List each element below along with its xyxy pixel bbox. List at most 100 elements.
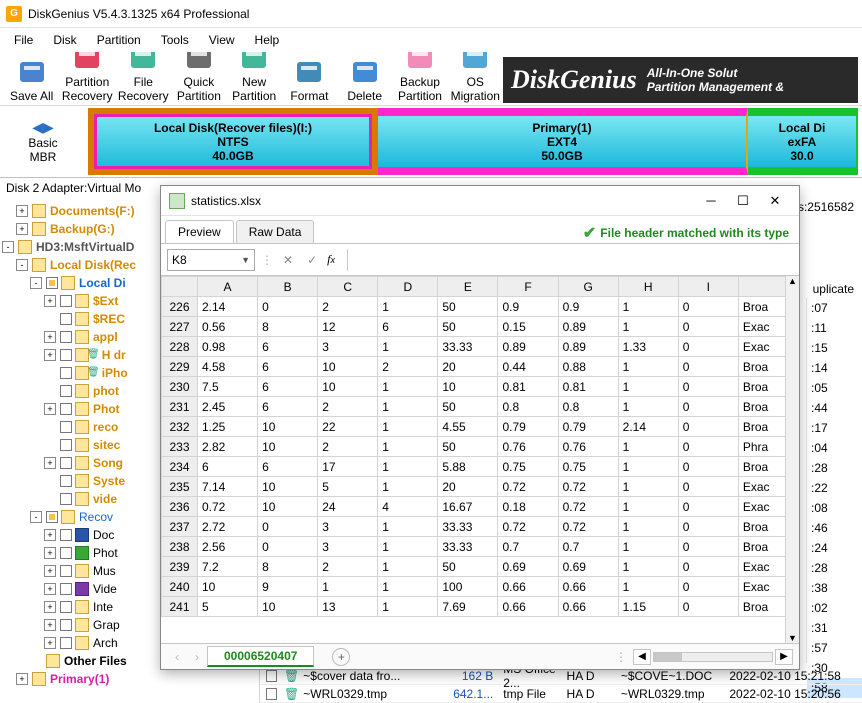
- cell[interactable]: 6: [258, 457, 318, 477]
- collapse-icon[interactable]: -: [30, 511, 42, 523]
- expand-icon[interactable]: +: [44, 583, 56, 595]
- checkbox[interactable]: [60, 349, 72, 361]
- menu-disk[interactable]: Disk: [43, 33, 86, 47]
- cell[interactable]: 1: [618, 537, 678, 557]
- row-header[interactable]: 227: [162, 317, 198, 337]
- row-header[interactable]: 233: [162, 437, 198, 457]
- cell[interactable]: 0.89: [498, 337, 558, 357]
- cell[interactable]: 5: [318, 477, 378, 497]
- cell[interactable]: 6: [258, 377, 318, 397]
- cell[interactable]: 0.72: [558, 497, 618, 517]
- column-header[interactable]: D: [378, 277, 438, 297]
- expand-icon[interactable]: +: [44, 619, 56, 631]
- cell[interactable]: 8: [258, 317, 318, 337]
- checkbox[interactable]: [60, 367, 72, 379]
- cell[interactable]: 6: [258, 397, 318, 417]
- cell[interactable]: 0: [258, 537, 318, 557]
- spreadsheet-grid[interactable]: ABCDEFGHI2262.14021500.90.910Broa2270.56…: [161, 276, 799, 643]
- expand-icon[interactable]: +: [44, 403, 56, 415]
- column-header[interactable]: [162, 277, 198, 297]
- cell[interactable]: 1.25: [198, 417, 258, 437]
- cell[interactable]: 0.89: [558, 337, 618, 357]
- cell[interactable]: 0: [678, 537, 738, 557]
- cell[interactable]: 0: [678, 377, 738, 397]
- cell[interactable]: 0: [678, 437, 738, 457]
- cell[interactable]: 0.79: [558, 417, 618, 437]
- cell[interactable]: 24: [318, 497, 378, 517]
- checkbox[interactable]: [60, 619, 72, 631]
- cell[interactable]: 2: [318, 557, 378, 577]
- column-header[interactable]: I: [678, 277, 738, 297]
- cell[interactable]: 100: [438, 577, 498, 597]
- cell[interactable]: 0.76: [498, 437, 558, 457]
- hscroll-left-button[interactable]: ◀: [633, 649, 651, 665]
- collapse-icon[interactable]: -: [2, 241, 14, 253]
- cell[interactable]: 0.81: [498, 377, 558, 397]
- menu-file[interactable]: File: [4, 33, 43, 47]
- cell[interactable]: 33.33: [438, 537, 498, 557]
- fx-icon[interactable]: fx: [327, 252, 335, 267]
- chevron-down-icon[interactable]: ▼: [241, 255, 250, 265]
- cell[interactable]: 1: [618, 437, 678, 457]
- column-header[interactable]: B: [258, 277, 318, 297]
- cell[interactable]: 33.33: [438, 337, 498, 357]
- checkbox[interactable]: [60, 565, 72, 577]
- cell[interactable]: 10: [318, 357, 378, 377]
- cell[interactable]: 0.18: [498, 497, 558, 517]
- cell[interactable]: 4.55: [438, 417, 498, 437]
- cell[interactable]: 1: [378, 297, 438, 317]
- expand-icon[interactable]: +: [16, 205, 28, 217]
- close-button[interactable]: ✕: [759, 190, 791, 212]
- toolbar-format[interactable]: Format: [285, 55, 334, 103]
- cell[interactable]: 0: [678, 517, 738, 537]
- partition-block-2[interactable]: Local Di exFA 30.0: [748, 108, 858, 175]
- cell[interactable]: 0.56: [198, 317, 258, 337]
- row-header[interactable]: 229: [162, 357, 198, 377]
- checkbox[interactable]: [60, 529, 72, 541]
- checkbox[interactable]: [60, 547, 72, 559]
- expand-icon[interactable]: +: [44, 565, 56, 577]
- add-sheet-button[interactable]: +: [332, 648, 350, 666]
- cell[interactable]: 2.14: [198, 297, 258, 317]
- cell[interactable]: 1: [318, 577, 378, 597]
- collapse-icon[interactable]: -: [16, 259, 28, 271]
- formula-input[interactable]: [347, 249, 793, 271]
- cell[interactable]: 10: [198, 577, 258, 597]
- cell[interactable]: 10: [438, 377, 498, 397]
- cell[interactable]: 0.66: [498, 597, 558, 617]
- toolbar-save-all[interactable]: Save All: [7, 55, 56, 103]
- cell[interactable]: 22: [318, 417, 378, 437]
- cell[interactable]: 1: [378, 457, 438, 477]
- cell[interactable]: 1: [618, 297, 678, 317]
- cell[interactable]: 8: [258, 557, 318, 577]
- cell[interactable]: 1: [378, 577, 438, 597]
- cell[interactable]: 17: [318, 457, 378, 477]
- cell[interactable]: 0.72: [558, 477, 618, 497]
- toolbar-quick-part[interactable]: Quick Partition: [174, 52, 223, 103]
- cell[interactable]: 0.8: [498, 397, 558, 417]
- cell[interactable]: 0.79: [498, 417, 558, 437]
- cell[interactable]: 3: [318, 517, 378, 537]
- row-header[interactable]: 238: [162, 537, 198, 557]
- checkbox[interactable]: [60, 583, 72, 595]
- cell[interactable]: 3: [318, 337, 378, 357]
- scroll-up-icon[interactable]: ▲: [788, 276, 797, 286]
- tab-preview[interactable]: Preview: [165, 220, 234, 243]
- cell[interactable]: 6: [378, 317, 438, 337]
- cell[interactable]: 7.2: [198, 557, 258, 577]
- cell[interactable]: 1: [618, 457, 678, 477]
- cell[interactable]: 0.72: [498, 517, 558, 537]
- cell[interactable]: 2: [318, 397, 378, 417]
- cell[interactable]: 0: [678, 597, 738, 617]
- cell[interactable]: 0: [678, 397, 738, 417]
- file-row[interactable]: 🗑 ~WRL0329.tmp 642.1... tmp File HA D ~W…: [260, 685, 862, 703]
- cell[interactable]: 1: [378, 557, 438, 577]
- column-header[interactable]: F: [498, 277, 558, 297]
- cell[interactable]: 0: [678, 557, 738, 577]
- row-header[interactable]: 236: [162, 497, 198, 517]
- cell[interactable]: 0: [678, 337, 738, 357]
- cell[interactable]: 1: [618, 377, 678, 397]
- cell[interactable]: 0.9: [558, 297, 618, 317]
- row-header[interactable]: 232: [162, 417, 198, 437]
- menu-partition[interactable]: Partition: [87, 33, 151, 47]
